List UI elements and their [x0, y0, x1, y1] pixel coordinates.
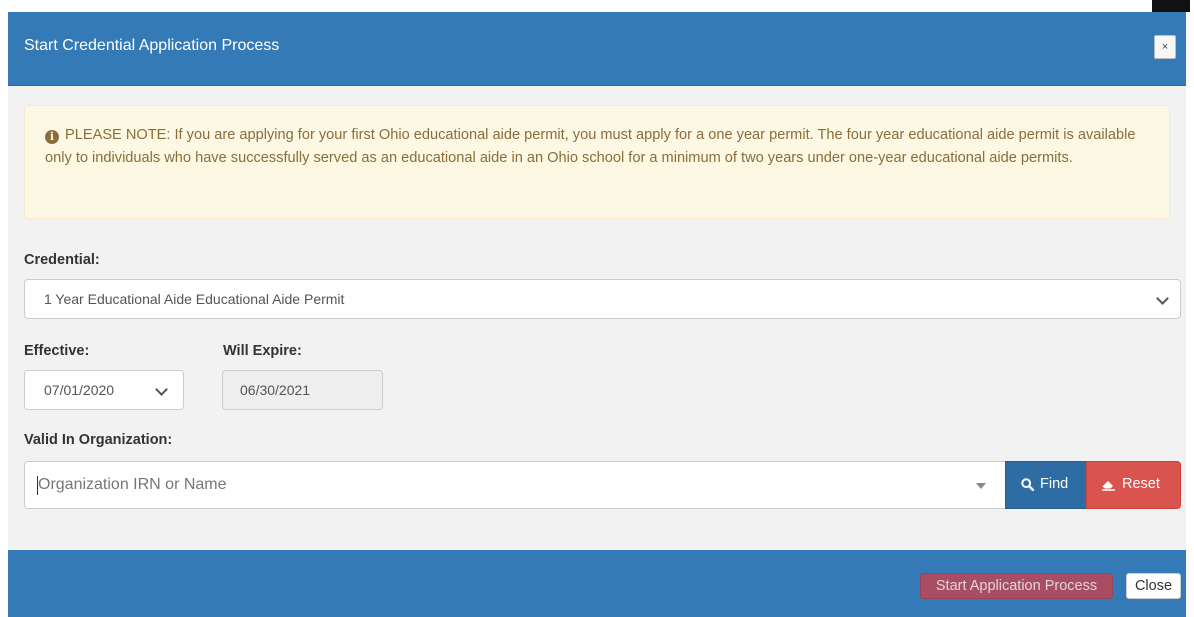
chevron-down-icon — [1156, 292, 1169, 305]
close-button[interactable]: Close — [1126, 573, 1181, 599]
expire-label: Will Expire: — [223, 343, 302, 359]
chevron-down-icon — [155, 383, 168, 396]
expire-date-value: 06/30/2021 — [240, 382, 311, 398]
organization-label: Valid In Organization: — [24, 432, 173, 448]
modal-title: Start Credential Application Process — [24, 37, 280, 54]
eraser-icon — [1102, 480, 1115, 491]
notice-alert: i PLEASE NOTE: If you are applying for yo… — [24, 105, 1170, 219]
organization-placeholder: Organization IRN or Name — [38, 476, 227, 493]
find-button[interactable]: Find — [1005, 461, 1087, 509]
effective-date-select[interactable]: 07/01/2020 — [24, 370, 184, 410]
reset-button[interactable]: Reset — [1086, 461, 1181, 509]
close-icon[interactable]: × — [1154, 35, 1176, 59]
credential-select[interactable]: 1 Year Educational Aide Educational Aide… — [24, 279, 1181, 319]
find-button-label: Find — [1040, 476, 1069, 492]
credential-select-value: 1 Year Educational Aide Educational Aide… — [44, 291, 345, 307]
credential-modal: Start Credential Application Process × i… — [8, 12, 1186, 617]
caret-down-icon[interactable] — [976, 483, 986, 489]
info-circle-icon: i — [45, 130, 59, 144]
background-dark-block — [1152, 0, 1190, 12]
start-application-button[interactable]: Start Application Process — [920, 573, 1113, 599]
effective-date-value: 07/01/2020 — [44, 382, 115, 398]
reset-button-label: Reset — [1122, 476, 1160, 492]
modal-header: Start Credential Application Process × — [8, 12, 1186, 86]
effective-label: Effective: — [24, 343, 90, 359]
expire-date-field: 06/30/2021 — [222, 370, 383, 410]
organization-search-input[interactable]: Organization IRN or Name — [24, 461, 1006, 509]
notice-text: PLEASE NOTE: If you are applying for you… — [45, 127, 1136, 166]
credential-label: Credential: — [24, 252, 100, 268]
search-icon — [1021, 477, 1034, 491]
background-page-strip — [0, 0, 1194, 12]
